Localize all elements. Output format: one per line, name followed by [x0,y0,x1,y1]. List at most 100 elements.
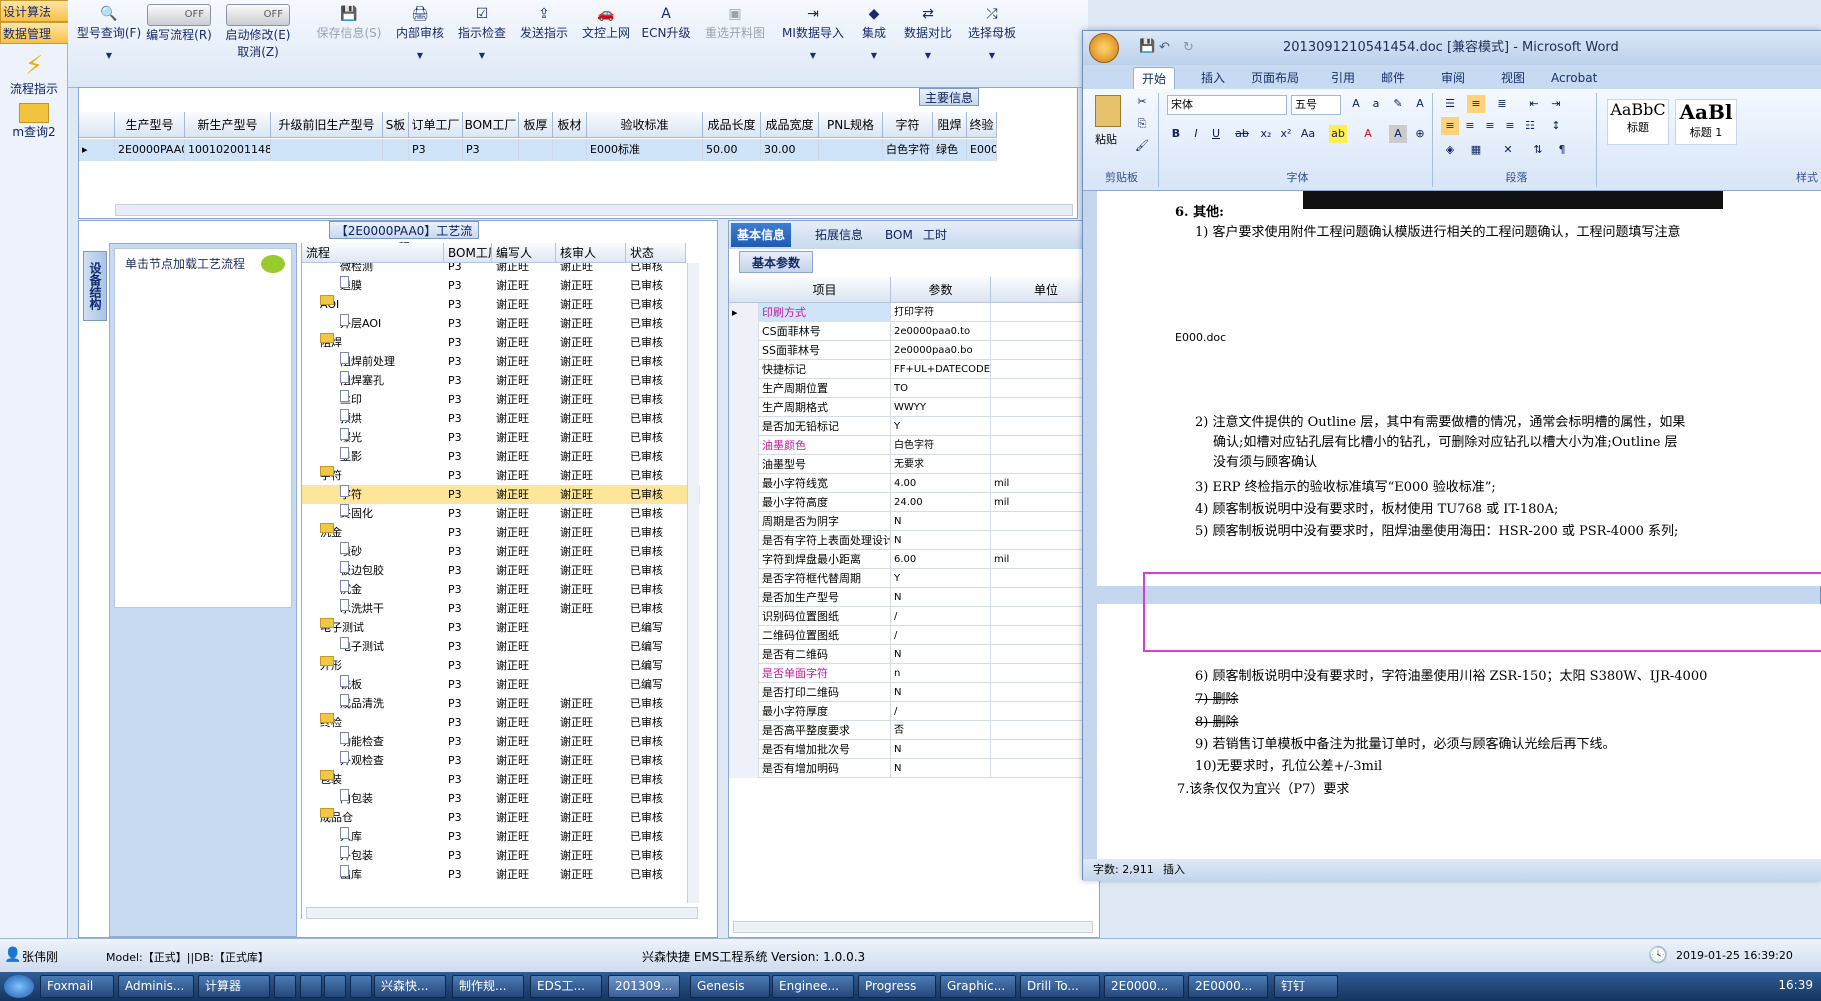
row-selector[interactable] [729,588,759,607]
param-value[interactable]: n [891,664,991,683]
upload-doc-button[interactable]: 🚗 文控上网 [578,4,634,80]
param-value[interactable]: 6.00 [891,550,991,569]
subscript-icon[interactable]: x₂ [1257,125,1275,143]
basic-params-subtab[interactable]: 基本参数 [739,251,814,273]
param-row[interactable]: 字符到焊盘最小距离 6.00 mil [729,550,1101,569]
tree-row[interactable]: 预烘 P3 谢正旺 谢正旺 已审核 [302,409,700,428]
param-value[interactable]: 白色字符 [891,436,991,455]
ribbon-tab[interactable]: 引用 [1323,67,1363,89]
tree-row[interactable]: 功能检查 P3 谢正旺 谢正旺 已审核 [302,732,700,751]
row-selector[interactable] [729,417,759,436]
highlight-icon[interactable]: ab [1329,125,1347,143]
mi-import-button[interactable]: ⇥ MI数据导入 ▼ [778,4,848,80]
tree-header-cell[interactable]: BOM工厂 [444,243,492,263]
ribbon-tab[interactable]: 页面布局 [1243,67,1307,89]
param-value[interactable]: N [891,531,991,550]
word-count[interactable]: 字数: 2,911 [1093,859,1154,881]
undo-icon[interactable]: ↶ [1159,31,1170,65]
model-query-button[interactable]: 🔍 型号查询(F) ▼ [74,4,144,80]
grid-header-cell[interactable]: 新生产型号 [185,112,271,138]
row-selector[interactable] [729,512,759,531]
tree-row[interactable]: 出库 P3 谢正旺 谢正旺 已审核 [302,865,700,884]
tree-row[interactable]: 外观检查 P3 谢正旺 谢正旺 已审核 [302,751,700,770]
grid-header-cell[interactable]: S板 [383,112,409,138]
tree-row[interactable]: 阻焊塞孔 P3 谢正旺 谢正旺 已审核 [302,371,700,390]
grid-header-cell[interactable]: 板材 [553,112,587,138]
align-right-icon[interactable]: ≡ [1481,117,1499,135]
change-case-icon[interactable]: Aa [1299,125,1317,143]
grid-header-cell[interactable]: 字符 [883,112,933,138]
strikethrough-icon[interactable]: ab [1233,125,1251,143]
font-color-icon[interactable]: A [1359,125,1377,143]
row-selector[interactable] [729,626,759,645]
ribbon-tab[interactable]: Acrobat [1543,67,1605,89]
param-value[interactable]: 无要求 [891,455,991,474]
data-management-button[interactable]: 数据管理 [0,22,72,44]
justify-icon[interactable]: ≡ [1501,117,1519,135]
param-value[interactable]: FF+UL+DATECODE [891,360,991,379]
param-row[interactable]: 最小字符厚度 / [729,702,1101,721]
row-selector[interactable] [729,493,759,512]
dropdown-arrow-icon[interactable]: ▼ [854,51,894,60]
dropdown-arrow-icon[interactable]: ▼ [74,51,144,60]
dropdown-arrow-icon[interactable]: ▼ [778,51,848,60]
param-value[interactable]: N [891,759,991,778]
dropdown-arrow-icon[interactable]: ▼ [392,51,448,60]
edit-flow-toggle[interactable]: OFF 编写流程(R) [144,4,214,80]
grid-cell[interactable] [271,139,383,161]
tree-row[interactable]: −外形 P3 谢正旺 已编写 [302,656,700,675]
param-row[interactable]: 是否有增加批次号 N [729,740,1101,759]
param-row[interactable]: 生产周期位置 TO [729,379,1101,398]
taskbar-item[interactable]: 201309... [608,975,680,998]
row-selector[interactable] [729,474,759,493]
grid-cell[interactable]: P3 [409,139,463,161]
start-modify-toggle[interactable]: OFF 启动修改(E) 取消(Z) [218,4,298,80]
param-row[interactable]: 是否打印二维码 N [729,683,1101,702]
tree-row[interactable]: 字符 P3 谢正旺 谢正旺 已审核 [302,485,700,504]
grid-header-cell[interactable]: 阻焊 [933,112,967,138]
tree-row[interactable]: 板边包胶 P3 谢正旺 谢正旺 已审核 [302,561,700,580]
param-row[interactable]: 油墨型号 无要求 [729,455,1101,474]
select-mother-button[interactable]: ⤮ 选择母板 ▼ [962,4,1022,80]
param-value[interactable]: N [891,512,991,531]
param-row[interactable]: ▸ 印刷方式 打印字符 [729,303,1101,322]
tree-row[interactable]: 退膜 P3 谢正旺 谢正旺 已审核 [302,276,700,295]
param-value[interactable]: 打印字符 [891,303,991,322]
redo-icon[interactable]: ↻ [1183,31,1194,65]
tree-row[interactable]: 外包装 P3 谢正旺 谢正旺 已审核 [302,846,700,865]
row-selector[interactable] [729,664,759,683]
row-selector[interactable] [729,645,759,664]
superscript-icon[interactable]: x² [1277,125,1295,143]
tree-row[interactable]: 终固化 P3 谢正旺 谢正旺 已审核 [302,504,700,523]
grid-cell[interactable]: 30.00 [761,139,819,161]
node-hint-box[interactable]: 单击节点加载工艺流程 [114,248,292,608]
tab-work-hours[interactable]: 工时 [917,223,953,247]
tree-row[interactable]: −字符 P3 谢正旺 谢正旺 已审核 [302,466,700,485]
taskbar-item[interactable] [324,975,346,998]
increase-indent-icon[interactable]: ⇥ [1547,95,1565,113]
tree-row[interactable]: 丝印 P3 谢正旺 谢正旺 已审核 [302,390,700,409]
tree-row[interactable]: −AOI P3 谢正旺 谢正旺 已审核 [302,295,700,314]
decrease-indent-icon[interactable]: ⇤ [1525,95,1543,113]
horizontal-scrollbar[interactable] [306,907,698,919]
tree-row[interactable]: 喷砂 P3 谢正旺 谢正旺 已审核 [302,542,700,561]
tree-header-cell[interactable]: 流程 [302,243,444,263]
taskbar-item[interactable]: 2E0000... [1188,975,1268,998]
grid-header-cell[interactable]: 验收标准 [587,112,703,138]
tab-extended-info[interactable]: 拓展信息 [809,223,869,247]
bold-icon[interactable]: B [1167,125,1185,143]
param-row[interactable]: 是否加无铅标记 Y [729,417,1101,436]
grid-header-cell[interactable]: 订单工厂 [409,112,463,138]
param-row[interactable]: 最小字符高度 24.00 mil [729,493,1101,512]
indicator-check-button[interactable]: ☑ 指示检查 ▼ [454,4,510,80]
shading-icon[interactable]: ◈ [1441,141,1459,159]
param-value[interactable]: N [891,683,991,702]
row-selector[interactable] [729,455,759,474]
tree-row[interactable]: 内包装 P3 谢正旺 谢正旺 已审核 [302,789,700,808]
vertical-scrollbar[interactable] [687,263,699,903]
taskbar-item[interactable]: 制作规... [452,975,524,998]
grid-cell[interactable]: 2E0000PAA0 [115,139,185,161]
start-button[interactable] [4,975,34,998]
tree-row[interactable]: 曝光 P3 谢正旺 谢正旺 已审核 [302,428,700,447]
taskbar-item[interactable]: Adminis... [118,975,194,998]
